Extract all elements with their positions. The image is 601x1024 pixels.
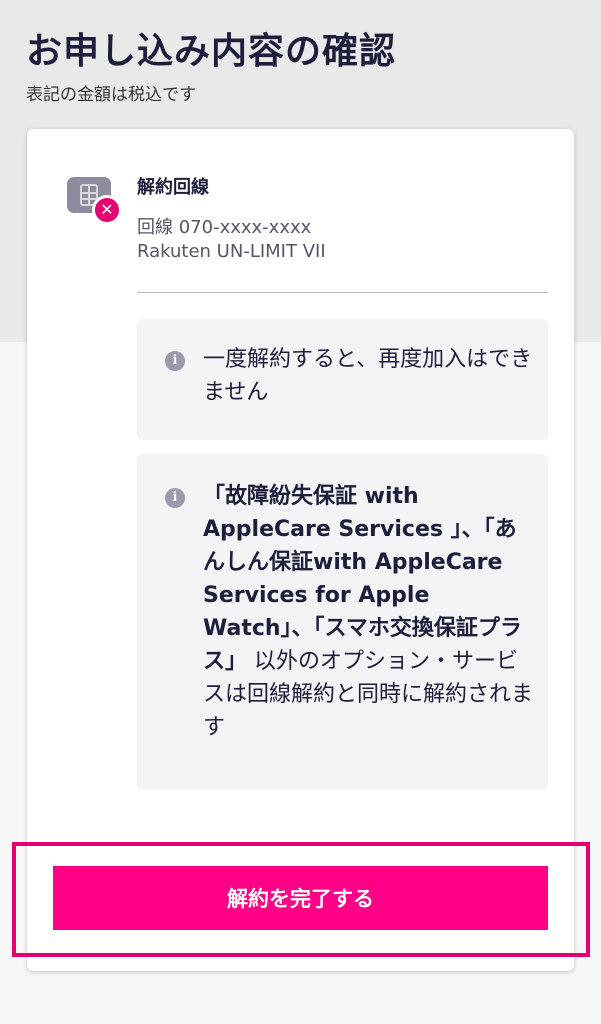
notice-text: 「故障紛失保証 with AppleCare Services 」、「あんしん保… xyxy=(203,480,533,744)
notice-detail: 以外のオプション・サービスは回線解約と同時に解約されます xyxy=(203,649,534,740)
cancel-badge-icon: ✕ xyxy=(92,195,122,225)
info-icon: i xyxy=(165,488,185,508)
cancel-line-heading: 解約回線 xyxy=(137,177,209,198)
sim-card-cancel-icon: ✕ xyxy=(67,175,123,225)
info-icon: i xyxy=(165,351,185,371)
divider xyxy=(137,292,548,293)
line-number: 回線 070-xxxx-xxxx xyxy=(137,217,312,238)
plan-name: Rakuten UN-LIMIT VII xyxy=(137,241,326,262)
notice-text: 一度解約すると、再度加入はできません xyxy=(203,347,533,405)
notice-excluded-services: 「故障紛失保証 with AppleCare Services 」、「あんしん保… xyxy=(203,484,522,674)
tax-note: 表記の金額は税込です xyxy=(26,85,196,105)
page-title: お申し込み内容の確認 xyxy=(26,31,397,72)
notice-no-rejoin: i 一度解約すると、再度加入はできません xyxy=(137,319,548,440)
complete-cancellation-button[interactable]: 解約を完了する xyxy=(53,866,548,930)
notice-options-cancelled: i 「故障紛失保証 with AppleCare Services 」、「あんし… xyxy=(137,454,548,790)
